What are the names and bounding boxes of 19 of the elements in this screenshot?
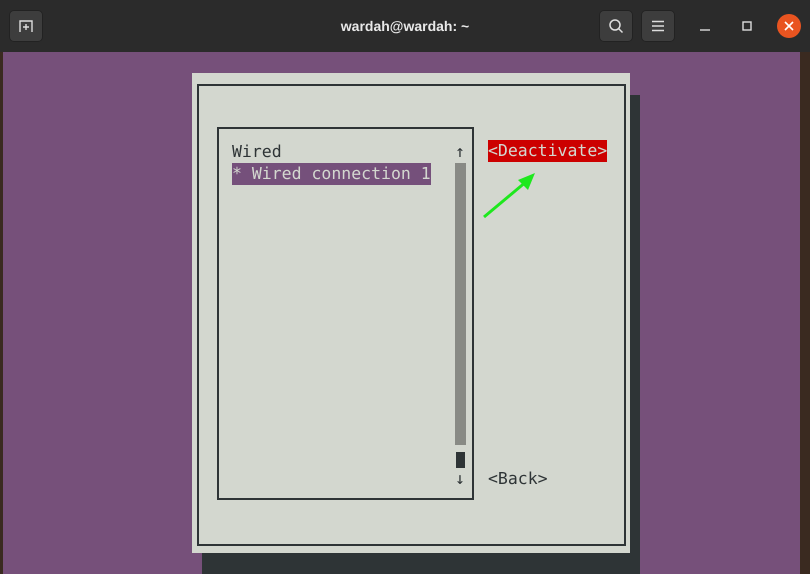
scroll-up-arrow[interactable]: ↑ xyxy=(454,141,466,163)
search-button[interactable] xyxy=(599,10,633,42)
close-button[interactable] xyxy=(777,14,801,38)
window-title: wardah@wardah: ~ xyxy=(340,18,470,34)
back-button[interactable]: <Back> xyxy=(488,468,548,490)
new-tab-icon xyxy=(18,18,34,34)
menu-icon xyxy=(651,20,665,32)
minimize-icon xyxy=(700,29,710,31)
deactivate-button[interactable]: <Deactivate> xyxy=(488,140,608,162)
annotation-arrow xyxy=(482,170,538,220)
search-icon xyxy=(608,18,624,34)
scroll-down-arrow[interactable]: ↓ xyxy=(454,468,466,490)
connection-item[interactable]: * Wired connection 1 xyxy=(232,163,431,185)
menu-button[interactable] xyxy=(641,10,675,42)
scrollbar-thumb[interactable] xyxy=(456,452,464,468)
group-heading: Wired xyxy=(232,141,282,163)
close-icon xyxy=(784,21,794,31)
maximize-icon xyxy=(742,21,752,31)
new-tab-button[interactable] xyxy=(9,10,43,42)
